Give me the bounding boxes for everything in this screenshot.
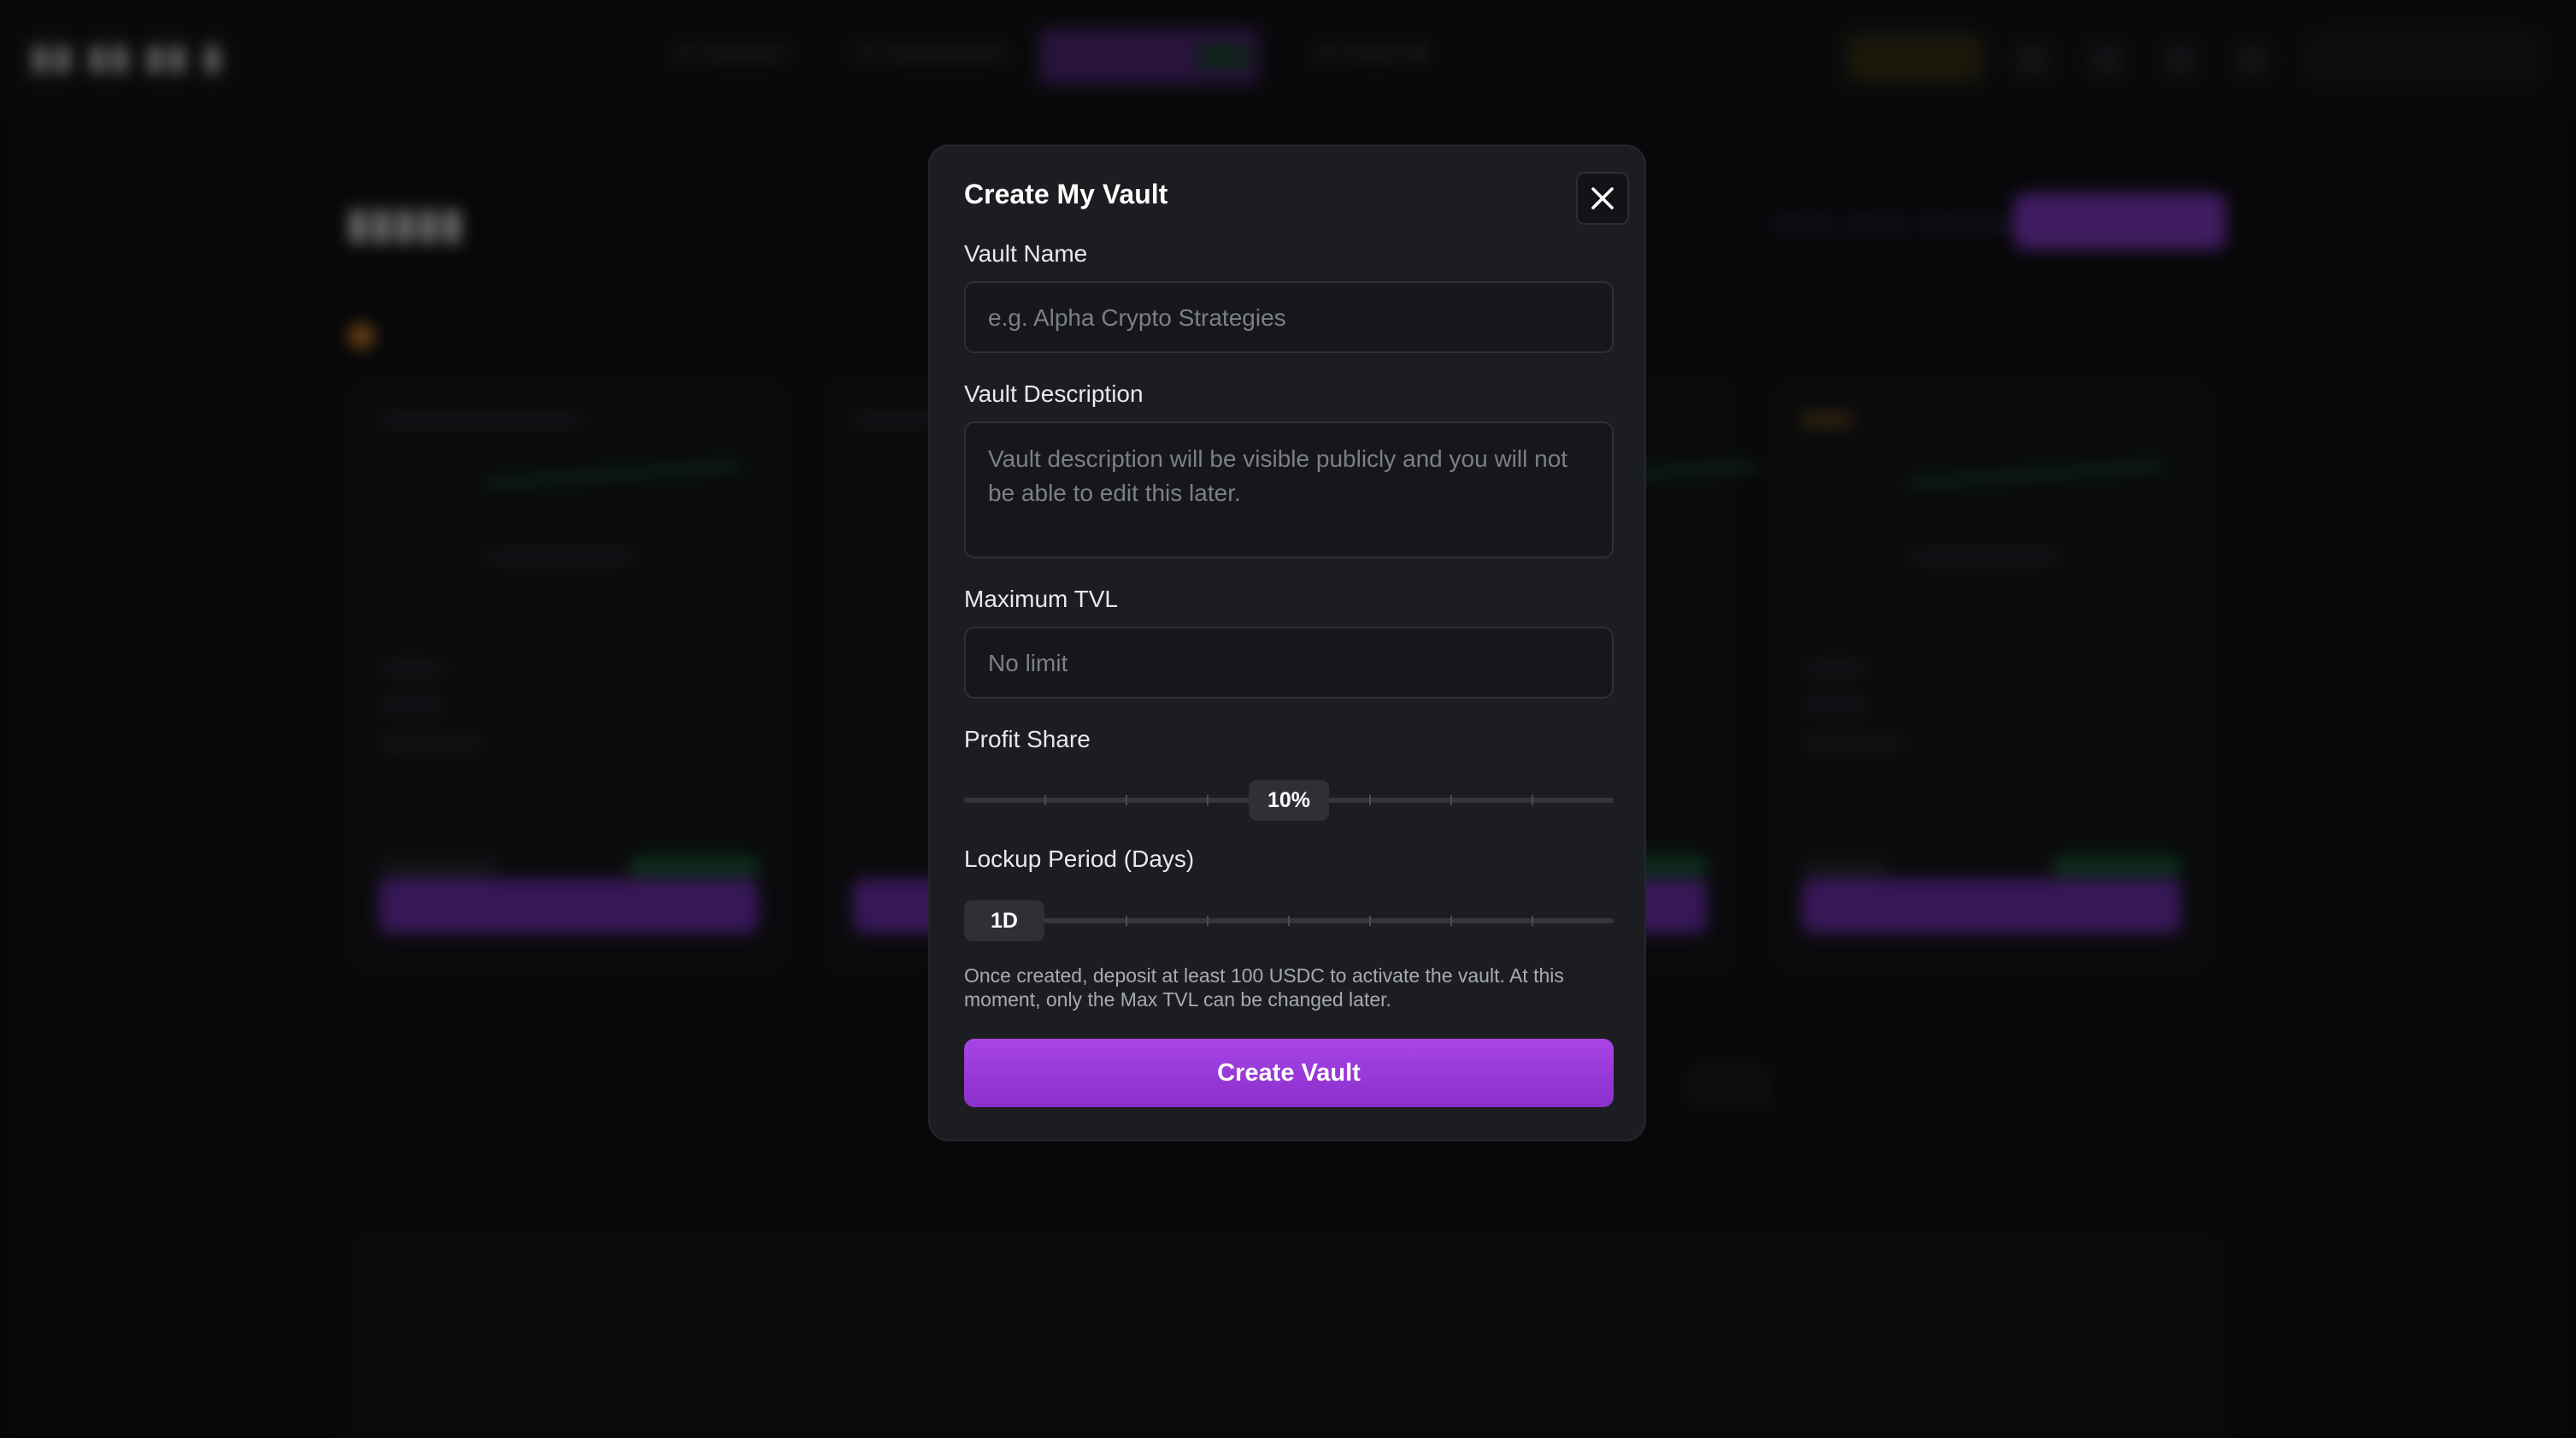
- vault-description-label: Vault Description: [964, 380, 1144, 407]
- max-tvl-label: Maximum TVL: [964, 586, 1118, 612]
- max-tvl-placeholder: No limit: [988, 650, 1068, 676]
- vault-name-placeholder: e.g. Alpha Crypto Strategies: [988, 304, 1286, 331]
- vault-name-input[interactable]: e.g. Alpha Crypto Strategies: [964, 281, 1614, 353]
- create-vault-modal: Create My Vault Vault Name e.g. Alpha Cr…: [928, 144, 1646, 1141]
- vault-description-textarea[interactable]: Vault description will be visible public…: [964, 421, 1614, 558]
- profit-share-slider[interactable]: 10%: [964, 780, 1614, 821]
- vault-description-placeholder: Vault description will be visible public…: [988, 445, 1568, 506]
- lockup-period-slider[interactable]: 1D: [964, 900, 1614, 941]
- max-tvl-input[interactable]: No limit: [964, 627, 1614, 698]
- modal-title: Create My Vault: [964, 179, 1168, 209]
- vault-name-label: Vault Name: [964, 240, 1088, 267]
- lockup-period-handle[interactable]: 1D: [964, 900, 1044, 941]
- profit-share-label: Profit Share: [964, 726, 1091, 752]
- create-vault-button[interactable]: Create Vault: [964, 1039, 1614, 1107]
- activation-note: Once created, deposit at least 100 USDC …: [964, 964, 1564, 1011]
- lockup-period-label: Lockup Period (Days): [964, 846, 1195, 872]
- close-icon: [1591, 187, 1614, 209]
- close-button[interactable]: [1576, 172, 1629, 225]
- profit-share-handle[interactable]: 10%: [1249, 780, 1329, 821]
